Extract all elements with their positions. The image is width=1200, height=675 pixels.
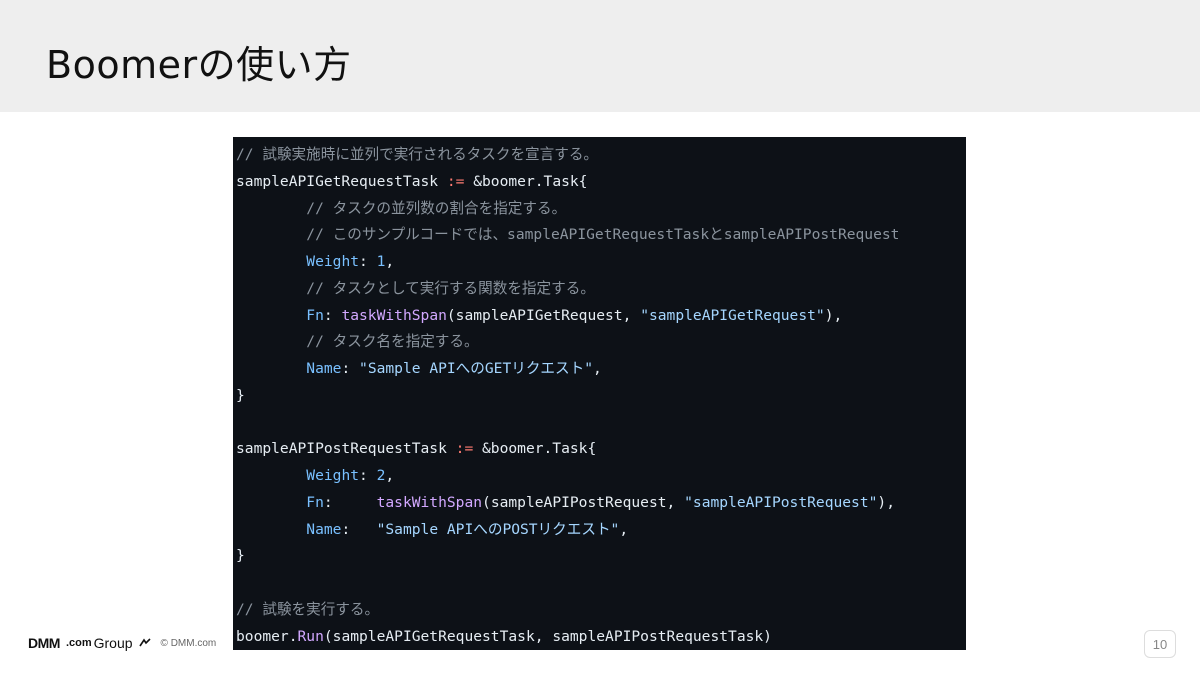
code-line: // タスクの並列数の割合を指定する。 <box>236 196 566 222</box>
code-token-field: Fn <box>306 493 324 511</box>
brand-dotcom: .com <box>65 637 92 649</box>
code-token-op: := <box>446 172 465 190</box>
code-line: // タスク名を指定する。 <box>236 329 479 355</box>
brand-group: Group <box>93 635 133 651</box>
slide-title: Boomerの使い方 <box>46 43 352 87</box>
code-line: Fn: taskWithSpan(sampleAPIGetRequest, "s… <box>236 303 842 329</box>
code-token-str: "Sample APIへのPOSTリクエスト" <box>376 520 620 538</box>
slide-header: Boomerの使い方 <box>0 0 1200 112</box>
code-token-plain: ), <box>877 493 895 511</box>
code-token-plain: ), <box>824 306 843 324</box>
code-line: Weight: 2, <box>236 463 394 489</box>
code-token-comment: // タスクの並列数の割合を指定する。 <box>306 199 567 217</box>
code-line: Fn: taskWithSpan(sampleAPIPostRequest, "… <box>236 490 895 516</box>
code-token-plain: sampleAPIGetRequestTask <box>236 172 447 190</box>
code-token-func: taskWithSpan <box>376 493 483 511</box>
code-token-plain: , <box>592 360 602 377</box>
code-token-plain: (sampleAPIPostRequest, <box>482 493 685 511</box>
code-token-field: Name <box>306 520 342 538</box>
code-token-plain: , <box>385 253 395 270</box>
code-token-op: := <box>455 440 474 458</box>
code-token-str: "sampleAPIPostRequest" <box>684 493 878 511</box>
code-line: sampleAPIGetRequestTask := &boomer.Task{ <box>236 169 587 195</box>
code-token-plain: , <box>619 520 629 538</box>
code-token-field: Name <box>306 360 342 377</box>
code-line: } <box>236 543 245 569</box>
code-line: // 試験実施時に並列で実行されるタスクを宣言する。 <box>236 142 598 168</box>
code-line: Name: "Sample APIへのGETリクエスト", <box>236 356 602 382</box>
code-token-comment: // 試験を実行する。 <box>236 600 380 618</box>
code-token-plain: : <box>359 253 377 270</box>
code-token-plain: } <box>236 386 245 404</box>
code-line: // このサンプルコードでは、sampleAPIGetRequestTaskとs… <box>236 222 899 248</box>
code-token-plain: (sampleAPIGetRequest, <box>446 306 641 324</box>
code-line: boomer.Run(sampleAPIGetRequestTask, samp… <box>236 624 772 650</box>
code-token-str: "Sample APIへのGETリクエスト" <box>359 360 593 377</box>
code-line: Name: "Sample APIへのPOSTリクエスト", <box>236 517 628 543</box>
code-line: Weight: 1, <box>236 249 394 275</box>
page-number: 10 <box>1144 630 1176 658</box>
code-token-comment: // タスクとして実行する関数を指定する。 <box>306 279 595 297</box>
code-token-plain: : <box>323 306 342 324</box>
code-block: // 試験実施時に並列で実行されるタスクを宣言する。 sampleAPIGetRe… <box>233 137 966 650</box>
brand-main: DMM <box>28 635 60 651</box>
code-line: // 試験を実行する。 <box>236 597 379 623</box>
code-token-field: Fn <box>306 306 324 324</box>
code-token-plain: : <box>341 520 377 538</box>
code-token-plain: : <box>359 467 377 484</box>
code-token-field: Weight <box>306 467 360 484</box>
code-token-plain: &boomer.Task{ <box>464 172 588 190</box>
code-token-plain: &boomer.Task{ <box>473 440 597 458</box>
code-token-func: Run <box>297 627 324 645</box>
copyright-text: © DMM.com <box>160 637 217 649</box>
code-token-plain: sampleAPIPostRequestTask <box>236 440 456 458</box>
code-token-plain: : <box>341 360 360 377</box>
brand-mark-icon <box>138 638 151 647</box>
code-token-plain: } <box>236 547 245 565</box>
code-line: // タスクとして実行する関数を指定する。 <box>236 276 595 302</box>
code-line: } <box>236 383 245 409</box>
code-token-plain: boomer. <box>236 627 298 645</box>
code-token-str: "sampleAPIGetRequest" <box>640 306 825 324</box>
code-token-comment: // タスク名を指定する。 <box>306 333 479 351</box>
code-token-plain: (sampleAPIGetRequestTask, sampleAPIPostR… <box>323 627 772 645</box>
brand-logo: DMM .com Group © DMM.com <box>28 633 216 653</box>
code-line: sampleAPIPostRequestTask := &boomer.Task… <box>236 436 596 462</box>
code-token-comment: // 試験実施時に並列で実行されるタスクを宣言する。 <box>236 146 599 163</box>
code-token-field: Weight <box>306 253 360 270</box>
code-token-plain: , <box>385 467 395 484</box>
code-token-plain: : <box>323 493 377 511</box>
code-token-comment: // このサンプルコードでは、sampleAPIGetRequestTaskとs… <box>306 226 900 244</box>
code-token-func: taskWithSpan <box>341 306 447 324</box>
